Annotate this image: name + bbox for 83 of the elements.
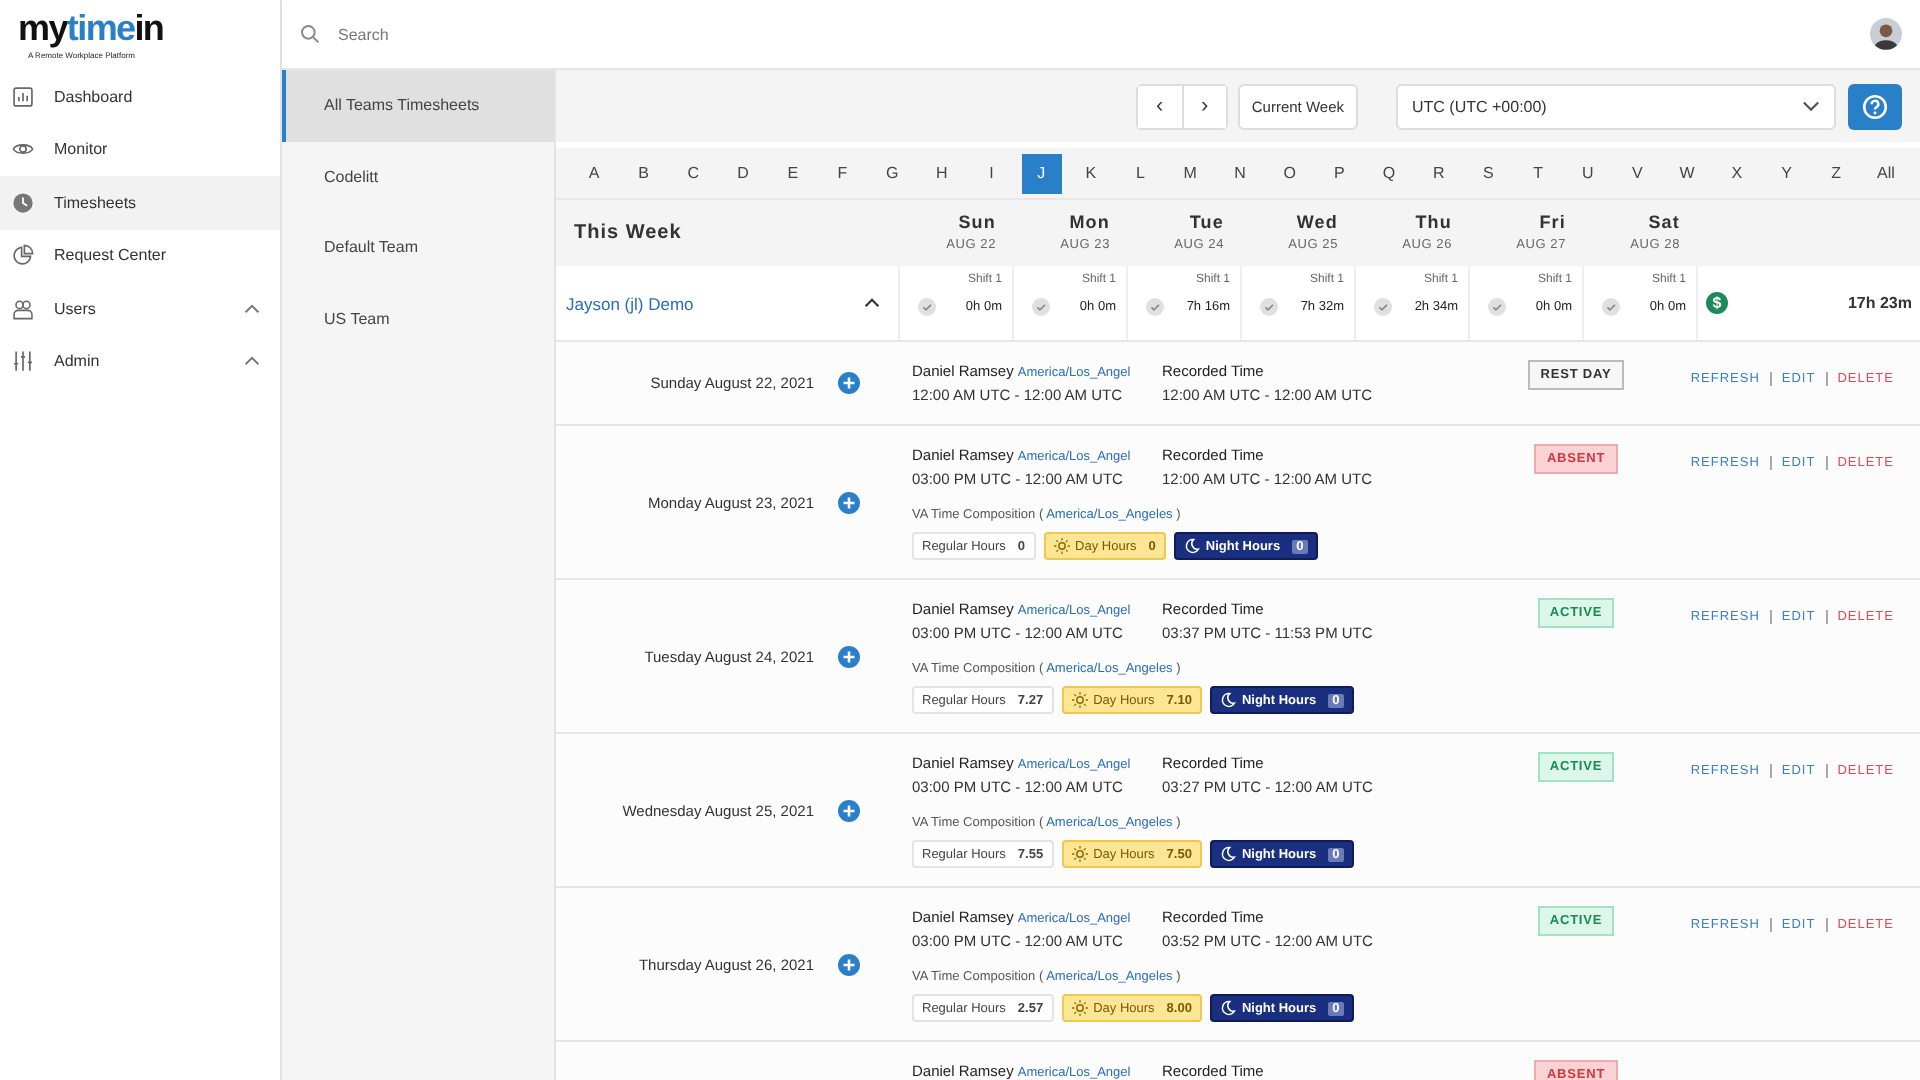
letter-filter[interactable]: T: [1518, 153, 1559, 193]
letter-filter[interactable]: L: [1120, 153, 1161, 193]
total-time: 17h 23m: [1847, 294, 1912, 312]
users-icon: [12, 297, 34, 320]
check-icon: [1032, 298, 1050, 316]
letter-filter[interactable]: Y: [1766, 153, 1807, 193]
check-icon: [1260, 298, 1278, 316]
letter-filter[interactable]: A: [574, 153, 614, 193]
letter-filter[interactable]: G: [872, 153, 913, 193]
nav-item[interactable]: Monitor: [0, 123, 280, 176]
pie-chart-icon: [12, 244, 34, 267]
letter-filter[interactable]: Q: [1369, 153, 1409, 193]
sun-icon: [1071, 1000, 1088, 1016]
letter-filter[interactable]: N: [1219, 153, 1260, 193]
check-icon: [1488, 298, 1506, 316]
add-icon[interactable]: [838, 645, 860, 667]
team-item[interactable]: All Teams Timesheets: [282, 70, 554, 141]
letter-filter[interactable]: F: [822, 153, 863, 193]
letter-filter[interactable]: All: [1865, 153, 1906, 193]
letter-filter[interactable]: B: [623, 153, 664, 193]
add-icon[interactable]: [838, 799, 860, 821]
letter-filter[interactable]: H: [921, 153, 962, 193]
avatar[interactable]: [1870, 18, 1902, 50]
day-name: Sun: [958, 212, 996, 232]
logo: mytimein: [18, 10, 164, 46]
chevron-up-icon[interactable]: [864, 298, 880, 308]
letter-filter[interactable]: W: [1667, 153, 1708, 193]
letter-filter[interactable]: Z: [1816, 153, 1857, 193]
add-icon[interactable]: [838, 372, 860, 394]
moon-icon: [1219, 692, 1236, 708]
help-button[interactable]: [1848, 83, 1902, 129]
letter-filter[interactable]: O: [1269, 153, 1310, 193]
search-icon: [300, 24, 320, 44]
letter-filter[interactable]: M: [1170, 153, 1211, 193]
moon-icon: [1219, 846, 1236, 862]
check-icon: [1374, 298, 1392, 316]
nav-item[interactable]: Admin: [0, 335, 280, 388]
letter-filter[interactable]: E: [772, 153, 813, 193]
pay-badge: $: [1706, 292, 1728, 314]
clock-icon: [12, 191, 34, 214]
letter-filter[interactable]: K: [1070, 153, 1111, 193]
chevron-down-icon: [1802, 100, 1820, 112]
day-name: Sat: [1648, 212, 1680, 232]
sun-icon: [1071, 846, 1088, 862]
sliders-icon: [12, 350, 34, 373]
letter-filter[interactable]: R: [1418, 153, 1459, 193]
letter-filter[interactable]: D: [723, 153, 764, 193]
letter-filter[interactable]: V: [1617, 153, 1658, 193]
team-item[interactable]: Default Team: [282, 212, 554, 283]
chart-icon: [12, 85, 34, 108]
help-icon: [1862, 93, 1888, 119]
letter-filter[interactable]: S: [1468, 153, 1509, 193]
nav-item[interactable]: Dashboard: [0, 70, 280, 123]
next-week-button[interactable]: ›: [1181, 85, 1226, 127]
moon-icon: [1219, 1000, 1236, 1016]
week-title: This Week: [572, 220, 684, 248]
add-icon[interactable]: [838, 953, 860, 975]
team-item[interactable]: Codelitt: [282, 141, 554, 212]
check-icon: [1146, 298, 1164, 316]
letter-filter[interactable]: X: [1716, 153, 1757, 193]
check-icon: [918, 298, 936, 316]
add-icon[interactable]: [838, 491, 860, 513]
letter-filter[interactable]: J: [1021, 153, 1062, 193]
member-link[interactable]: Jayson (jl) Demo: [566, 293, 694, 313]
letter-filter[interactable]: I: [971, 153, 1012, 193]
sun-icon: [1071, 692, 1088, 708]
letter-filter[interactable]: U: [1567, 153, 1608, 193]
moon-icon: [1183, 538, 1200, 554]
timezone-select[interactable]: UTC (UTC +00:00): [1396, 83, 1836, 129]
nav-item[interactable]: Users: [0, 282, 280, 335]
day-name: Mon: [1069, 212, 1110, 232]
day-name: Thu: [1415, 212, 1452, 232]
letter-filter[interactable]: P: [1319, 153, 1360, 193]
day-name: Wed: [1296, 212, 1338, 232]
team-item[interactable]: US Team: [282, 283, 554, 354]
check-icon: [1602, 298, 1620, 316]
search-field[interactable]: Search: [334, 23, 1870, 45]
day-name: Tue: [1189, 212, 1224, 232]
nav-item[interactable]: Request Center: [0, 229, 280, 282]
nav-item[interactable]: Timesheets: [0, 176, 280, 229]
day-name: Fri: [1539, 212, 1566, 232]
letter-filter[interactable]: C: [673, 153, 714, 193]
sun-icon: [1053, 538, 1070, 554]
